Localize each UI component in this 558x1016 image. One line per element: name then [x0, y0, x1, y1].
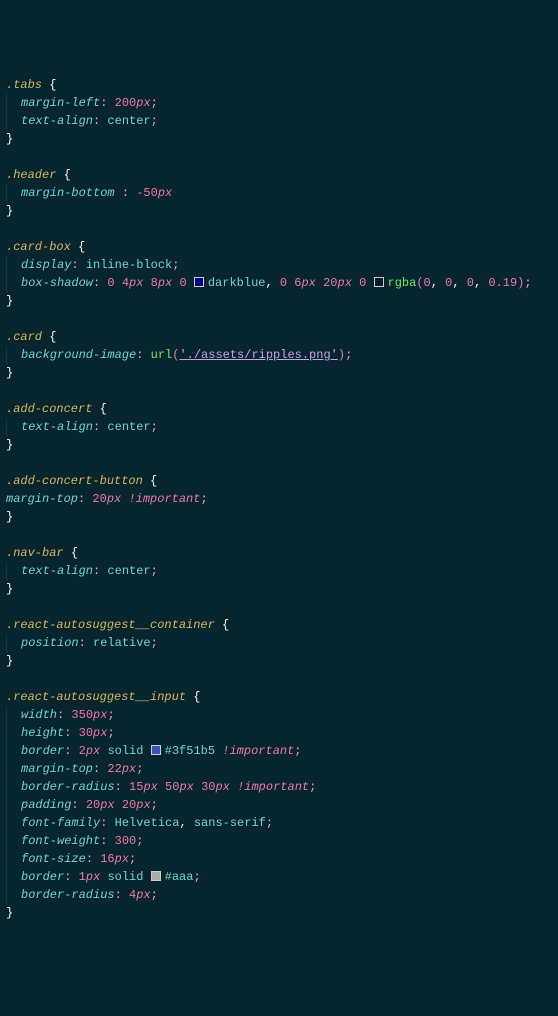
- color-swatch: [151, 871, 161, 881]
- css-property: margin-bottom: [21, 186, 122, 200]
- css-selector: .tabs: [6, 78, 42, 92]
- css-selector: .header: [6, 168, 56, 182]
- color-swatch: [151, 745, 161, 755]
- css-property: text-align: [21, 114, 93, 128]
- css-property: text-align: [21, 564, 93, 578]
- css-selector: .add-concert: [6, 402, 92, 416]
- code-editor[interactable]: .tabs {margin-left: 200px;text-align: ce…: [6, 76, 552, 922]
- css-selector: .add-concert-button: [6, 474, 143, 488]
- css-property: border-radius: [21, 888, 115, 902]
- css-selector: .card: [6, 330, 42, 344]
- css-property: display: [21, 258, 71, 272]
- css-property: font-size: [21, 852, 86, 866]
- css-property: margin-left: [21, 96, 100, 110]
- css-property: margin-top: [21, 762, 93, 776]
- css-property: height: [21, 726, 64, 740]
- css-selector: .react-autosuggest__input: [6, 690, 186, 704]
- color-swatch: [194, 277, 204, 287]
- css-property: padding: [21, 798, 71, 812]
- css-property: border-radius: [21, 780, 115, 794]
- css-property: border: [21, 870, 64, 884]
- css-property: background-image: [21, 348, 136, 362]
- css-selector: .nav-bar: [6, 546, 64, 560]
- css-property: border: [21, 744, 64, 758]
- css-property: margin-top: [6, 492, 78, 506]
- css-property: text-align: [21, 420, 93, 434]
- css-property: font-weight: [21, 834, 100, 848]
- css-selector: .react-autosuggest__container: [6, 618, 215, 632]
- css-property: position: [21, 636, 79, 650]
- css-selector: .card-box: [6, 240, 71, 254]
- css-property: box-shadow: [21, 276, 93, 290]
- css-property: width: [21, 708, 57, 722]
- css-property: font-family: [21, 816, 100, 830]
- color-swatch: [374, 277, 384, 287]
